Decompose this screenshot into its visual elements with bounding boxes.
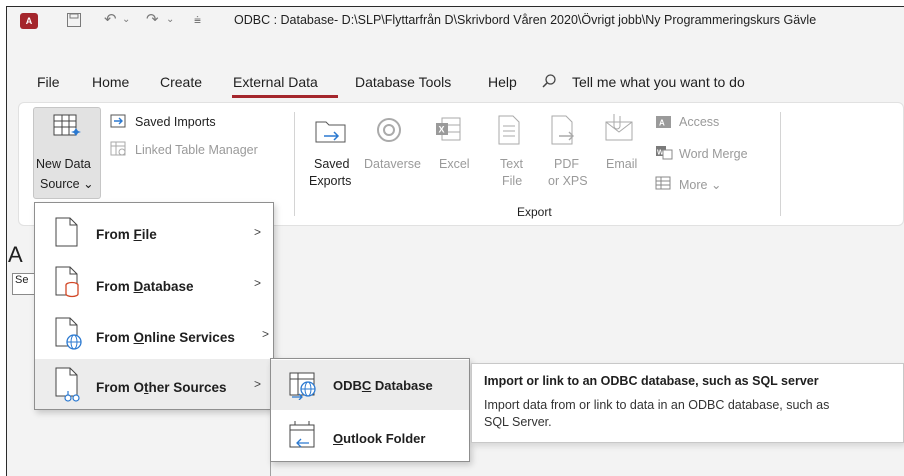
menu-item-label: From Other Sources (96, 380, 227, 395)
saved-imports-button[interactable]: Saved Imports (135, 115, 216, 129)
new-data-source-icon (52, 113, 82, 146)
ribbon-group-separator-2 (780, 112, 781, 216)
background-search-input[interactable]: Se (12, 273, 36, 295)
odbc-tooltip: Import or link to an ODBC database, such… (471, 363, 904, 443)
menu-item-from-database[interactable]: From Database > (35, 258, 273, 308)
menu-item-label: From Online Services (96, 330, 235, 345)
pdf-label-2: or XPS (548, 174, 588, 188)
customize-qat-icon[interactable]: ⩧ (194, 13, 201, 28)
text-file-icon (496, 114, 522, 149)
new-data-source-label-2: Source ⌄ (40, 177, 94, 191)
saved-exports-label[interactable]: Saved (314, 157, 349, 171)
redo-icon[interactable]: ↷ (146, 10, 159, 28)
odbc-database-icon (289, 370, 321, 403)
linked-table-manager-button: Linked Table Manager (135, 143, 258, 157)
menu-item-from-online-services[interactable]: From Online Services > (35, 309, 273, 359)
menu-item-from-other-sources[interactable]: From Other Sources > (35, 359, 273, 409)
active-tab-indicator (232, 95, 338, 98)
undo-dropdown-icon[interactable]: ⌄ (122, 14, 130, 25)
tab-external-data[interactable]: External Data (233, 74, 318, 90)
svg-text:X: X (439, 125, 445, 135)
more-icon (655, 175, 673, 194)
tab-create[interactable]: Create (160, 74, 202, 90)
background-heading: A (8, 242, 23, 267)
tab-help[interactable]: Help (488, 74, 517, 90)
chevron-right-icon: > (253, 377, 261, 391)
chevron-right-icon: > (253, 276, 261, 290)
access-logo-icon: A (20, 13, 38, 29)
menu-item-label: ODBC Database (333, 378, 433, 393)
tell-me-search[interactable]: Tell me what you want to do (572, 74, 745, 90)
menu-item-from-file[interactable]: From File > (35, 207, 273, 257)
tooltip-title: Import or link to an ODBC database, such… (484, 374, 819, 388)
tab-home[interactable]: Home (92, 74, 129, 90)
window-title: ODBC : Database- D:\SLP\Flyttarfrån D\Sk… (234, 13, 817, 27)
database-file-icon (55, 266, 83, 301)
menu-item-label: Outlook Folder (333, 431, 426, 446)
svg-text:A: A (659, 119, 665, 128)
linked-table-manager-icon (110, 141, 128, 160)
pdf-xps-icon (549, 114, 579, 149)
chevron-right-icon: > (261, 327, 269, 341)
text-file-label: Text (500, 157, 523, 171)
undo-icon[interactable]: ↶ (104, 10, 117, 28)
other-sources-submenu: ODBC Database Outlook Folder (270, 358, 470, 462)
outlook-folder-icon (289, 419, 321, 456)
email-button: Email (606, 157, 638, 171)
redo-dropdown-icon[interactable]: ⌄ (166, 14, 174, 25)
ribbon-group-separator (294, 112, 295, 216)
dataverse-button: Dataverse (364, 157, 421, 171)
save-icon[interactable] (66, 12, 82, 32)
saved-imports-icon (110, 113, 128, 132)
saved-exports-label-2[interactable]: Exports (309, 174, 351, 188)
other-sources-file-icon (55, 367, 85, 406)
excel-button: Excel (439, 157, 470, 171)
excel-icon: X (432, 114, 464, 149)
text-file-label-2: File (502, 174, 523, 188)
file-icon (55, 217, 79, 250)
tab-file[interactable]: File (37, 74, 60, 90)
pdf-label: PDF (554, 157, 579, 171)
search-icon (541, 73, 557, 93)
new-data-source-label: New Data (36, 157, 91, 171)
access-export-icon: A (655, 114, 673, 133)
word-merge-icon: W (655, 144, 675, 163)
tooltip-body: Import data from or link to data in an O… (484, 398, 830, 429)
menu-item-odbc-database[interactable]: ODBC Database (271, 360, 469, 410)
word-merge-button: Word Merge (679, 147, 748, 161)
more-button: More ⌄ (679, 178, 722, 192)
tab-database-tools[interactable]: Database Tools (355, 74, 451, 90)
globe-file-icon (55, 317, 85, 354)
chevron-right-icon: > (253, 225, 261, 239)
menu-item-label: From File (96, 227, 157, 242)
email-icon (602, 112, 638, 147)
access-export-button: Access (679, 115, 720, 129)
menu-item-outlook-folder[interactable]: Outlook Folder (271, 411, 469, 461)
dataverse-icon (373, 114, 405, 149)
menu-item-label: From Database (96, 279, 194, 294)
saved-exports-icon (314, 114, 348, 149)
new-data-source-menu: From File > From Database > From Online … (34, 202, 274, 410)
export-group-label: Export (517, 205, 552, 219)
